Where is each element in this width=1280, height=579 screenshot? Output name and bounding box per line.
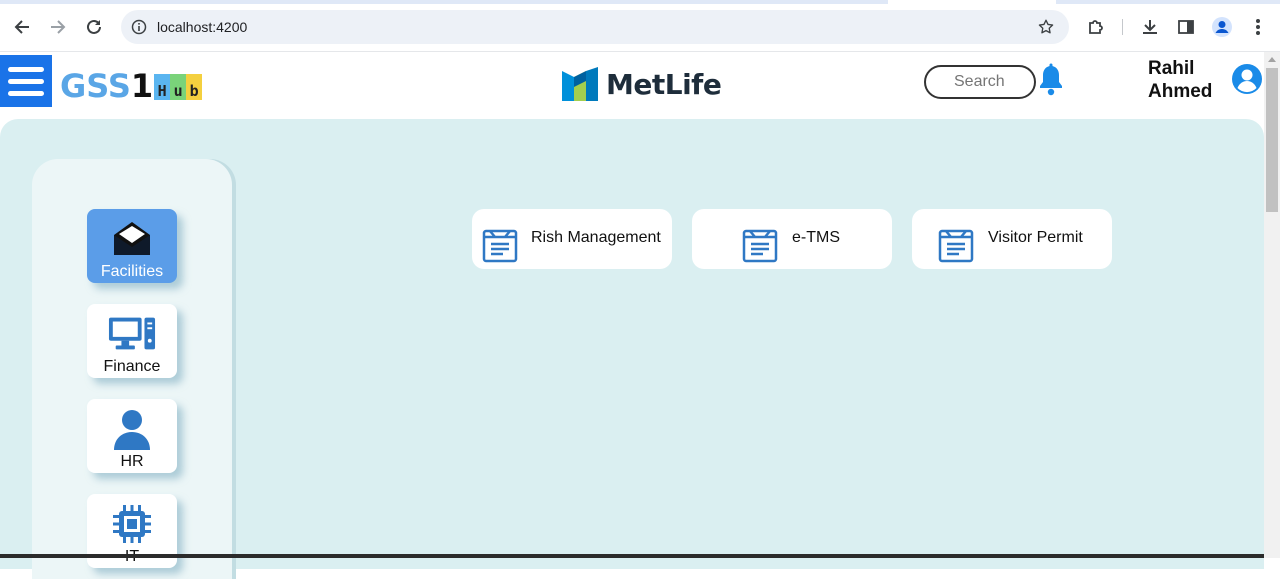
envelope-open-icon [108,217,156,261]
tab-strip [0,0,1280,4]
taskbar-edge [0,554,1264,558]
chip-icon [108,502,156,546]
star-icon[interactable] [1035,16,1057,38]
page-scrollbar[interactable] [1264,52,1280,558]
address-bar[interactable]: localhost:4200 [121,10,1069,44]
app-header: GSS1 H u b MetLife Rahil Ahmed [0,52,1280,118]
side-panel-icon[interactable] [1174,15,1198,39]
search-input[interactable] [924,65,1036,99]
user-avatar-icon[interactable] [1230,62,1264,96]
info-icon[interactable] [129,17,149,37]
app-card-rish-management[interactable]: Rish Management [472,209,672,269]
reload-icon[interactable] [81,14,107,40]
toolbar-separator [1122,19,1123,35]
profile-icon[interactable] [1210,15,1234,39]
extensions-icon[interactable] [1084,15,1108,39]
person-icon [108,407,156,451]
back-icon[interactable] [9,14,35,40]
browser-toolbar: localhost:4200 [0,0,1280,52]
hamburger-menu-button[interactable] [0,55,52,107]
app-card-label: Visitor Permit [988,229,1083,246]
computer-icon [108,312,156,356]
category-sidebar: Facilities Finance HR [32,159,232,579]
sidebar-item-finance[interactable]: Finance [87,304,177,378]
sidebar-item-facilities[interactable]: Facilities [87,209,177,283]
scroll-up-arrow-icon[interactable] [1268,57,1276,62]
gss1hub-logo[interactable]: GSS 1 H u b [60,68,203,102]
metlife-logo: MetLife [562,67,722,101]
app-card-label: Rish Management [531,229,661,246]
sidebar-item-label: HR [120,453,144,470]
metlife-mark-icon [562,67,598,101]
scrollbar-thumb[interactable] [1266,68,1278,212]
download-icon[interactable] [1138,15,1162,39]
sidebar-item-label: Finance [103,358,161,375]
user-name: Rahil Ahmed [1148,58,1213,102]
forward-icon[interactable] [45,14,71,40]
app-card-e-tms[interactable]: e-TMS [692,209,892,269]
main-content: Facilities Finance HR Rish Management e-… [0,119,1264,579]
document-icon [938,229,974,263]
app-card-visitor-permit[interactable]: Visitor Permit [912,209,1112,269]
notification-bell-icon[interactable] [1036,63,1066,97]
document-icon [742,229,778,263]
app-card-label: e-TMS [792,229,840,246]
sidebar-item-hr[interactable]: HR [87,399,177,473]
sidebar-item-label: Facilities [100,263,164,280]
document-icon [482,229,518,263]
url-text[interactable]: localhost:4200 [157,19,247,35]
menu-icon[interactable] [1246,15,1270,39]
